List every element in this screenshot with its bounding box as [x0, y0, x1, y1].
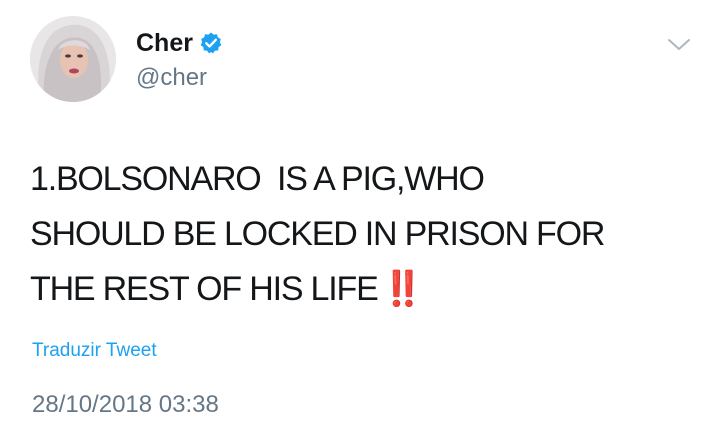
tweet-card: Cher @cher 1.BOLSONARO IS A PIG,WHO SHOU…: [0, 0, 706, 435]
tweet-text-line-last: THE REST OF HIS LIFE ‼️: [30, 262, 680, 317]
chevron-down-icon[interactable]: [666, 36, 692, 54]
translate-tweet-link[interactable]: Traduzir Tweet: [32, 339, 157, 363]
avatar[interactable]: [30, 16, 116, 102]
tweet-text: 1.BOLSONARO IS A PIG,WHO SHOULD BE LOCKE…: [30, 152, 680, 317]
author-name-row: Cher: [136, 28, 223, 58]
tweet-text-line: 1.BOLSONARO IS A PIG,WHO: [30, 160, 485, 198]
author-display-name[interactable]: Cher: [136, 28, 193, 58]
tweet-text-line: SHOULD BE LOCKED IN PRISON FOR: [30, 215, 605, 253]
tweet-text-line: THE REST OF HIS LIFE: [30, 270, 379, 308]
avatar-image: [30, 16, 116, 102]
double-exclamation-emoji: ‼️: [381, 270, 425, 308]
tweet-timestamp[interactable]: 28/10/2018 03:38: [32, 391, 219, 419]
verified-badge-icon: [199, 31, 223, 55]
author-handle[interactable]: @cher: [136, 64, 207, 92]
